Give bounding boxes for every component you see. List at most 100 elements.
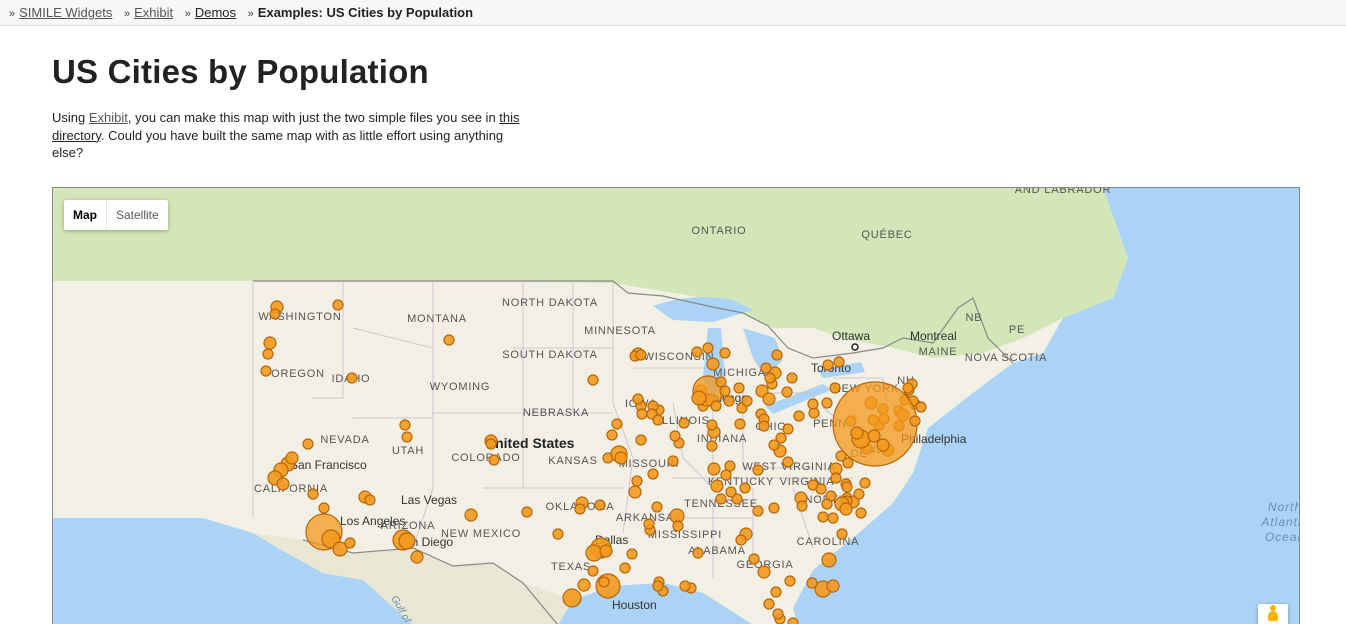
- city-bubble-marker[interactable]: [757, 565, 771, 579]
- city-bubble-marker[interactable]: [667, 455, 679, 467]
- city-bubble-marker[interactable]: [735, 534, 747, 546]
- city-bubble-marker[interactable]: [285, 451, 299, 465]
- city-bubble-marker[interactable]: [784, 575, 796, 587]
- city-bubble-marker[interactable]: [719, 385, 731, 397]
- city-bubble-marker[interactable]: [876, 438, 890, 452]
- city-bubble-marker[interactable]: [443, 334, 455, 346]
- city-bubble-marker[interactable]: [692, 547, 704, 559]
- city-bubble-marker[interactable]: [562, 588, 582, 608]
- city-bubble-marker[interactable]: [715, 493, 727, 505]
- city-bubble-marker[interactable]: [723, 395, 735, 407]
- city-bubble-marker[interactable]: [787, 617, 799, 624]
- city-bubble-marker[interactable]: [332, 299, 344, 311]
- city-bubble-marker[interactable]: [782, 456, 794, 468]
- city-bubble-marker[interactable]: [399, 419, 411, 431]
- city-bubble-marker[interactable]: [636, 408, 648, 420]
- city-bubble-marker[interactable]: [410, 550, 424, 564]
- city-bubble-marker[interactable]: [595, 573, 621, 599]
- city-bubble-marker[interactable]: [626, 548, 638, 560]
- city-bubble-marker[interactable]: [577, 578, 591, 592]
- city-bubble-marker[interactable]: [643, 518, 655, 530]
- city-bubble-marker[interactable]: [652, 580, 664, 592]
- city-bubble-marker[interactable]: [833, 356, 845, 368]
- city-bubble-marker[interactable]: [611, 418, 623, 430]
- city-bubble-marker[interactable]: [260, 365, 272, 377]
- exhibit-link[interactable]: Exhibit: [89, 110, 128, 125]
- city-bubble-marker[interactable]: [827, 512, 839, 524]
- cities-map[interactable]: WASHINGTON MONTANA NORTH DAKOTA MINNESOTA OR…: [52, 187, 1300, 624]
- city-bubble-marker[interactable]: [760, 362, 772, 374]
- city-bubble-marker[interactable]: [594, 499, 606, 511]
- city-bubble-marker[interactable]: [276, 477, 290, 491]
- city-bubble-marker[interactable]: [464, 508, 478, 522]
- city-bubble-marker[interactable]: [587, 565, 599, 577]
- city-bubble-marker[interactable]: [768, 439, 780, 451]
- city-bubble-marker[interactable]: [850, 426, 864, 440]
- city-bubble-marker[interactable]: [725, 486, 737, 498]
- city-bubble-marker[interactable]: [821, 552, 837, 568]
- city-bubble-marker[interactable]: [786, 372, 798, 384]
- street-view-pegman-icon[interactable]: [1258, 604, 1288, 624]
- city-bubble-marker[interactable]: [815, 483, 827, 495]
- city-bubble-marker[interactable]: [841, 481, 853, 493]
- city-bubble-marker[interactable]: [307, 488, 319, 500]
- map-type-map-button[interactable]: Map: [64, 200, 107, 230]
- city-bubble-marker[interactable]: [598, 576, 610, 588]
- city-bubble-marker[interactable]: [839, 502, 853, 516]
- city-bubble-marker[interactable]: [344, 537, 356, 549]
- city-bubble-marker[interactable]: [669, 430, 681, 442]
- city-bubble-marker[interactable]: [691, 346, 703, 358]
- city-bubble-marker[interactable]: [631, 475, 643, 487]
- city-bubble-marker[interactable]: [764, 372, 776, 384]
- city-bubble-marker[interactable]: [758, 420, 770, 432]
- city-bubble-marker[interactable]: [817, 511, 829, 523]
- city-bubble-marker[interactable]: [720, 469, 732, 481]
- city-bubble-marker[interactable]: [552, 528, 564, 540]
- city-bubble-marker[interactable]: [842, 457, 854, 469]
- city-bubble-marker[interactable]: [672, 520, 684, 532]
- city-bubble-marker[interactable]: [707, 462, 721, 476]
- city-bubble-marker[interactable]: [832, 381, 918, 467]
- city-bubble-marker[interactable]: [632, 393, 644, 405]
- city-bubble-marker[interactable]: [619, 562, 631, 574]
- city-bubble-marker[interactable]: [734, 418, 746, 430]
- city-bubble-marker[interactable]: [719, 347, 731, 359]
- city-bubble-marker[interactable]: [614, 451, 628, 465]
- city-bubble-marker[interactable]: [398, 532, 416, 550]
- breadcrumb-simile-link[interactable]: SIMILE Widgets: [19, 5, 112, 20]
- city-bubble-marker[interactable]: [269, 308, 281, 320]
- city-bubble-marker[interactable]: [770, 586, 782, 598]
- city-bubble-marker[interactable]: [796, 500, 808, 512]
- city-bubble-marker[interactable]: [826, 579, 840, 593]
- city-bubble-marker[interactable]: [679, 580, 691, 592]
- city-bubble-marker[interactable]: [606, 429, 618, 441]
- city-bubble-marker[interactable]: [635, 349, 647, 361]
- city-bubble-marker[interactable]: [647, 468, 659, 480]
- city-bubble-marker[interactable]: [859, 477, 871, 489]
- city-bubble-marker[interactable]: [867, 429, 881, 443]
- city-bubble-marker[interactable]: [587, 374, 599, 386]
- city-bubble-marker[interactable]: [782, 423, 794, 435]
- city-bubble-marker[interactable]: [739, 482, 751, 494]
- city-bubble-marker[interactable]: [263, 336, 277, 350]
- city-bubble-marker[interactable]: [771, 349, 783, 361]
- city-bubble-marker[interactable]: [706, 440, 718, 452]
- city-bubble-marker[interactable]: [772, 608, 784, 620]
- city-bubble-marker[interactable]: [635, 434, 647, 446]
- city-bubble-marker[interactable]: [855, 507, 867, 519]
- city-bubble-marker[interactable]: [836, 528, 848, 540]
- city-bubble-marker[interactable]: [678, 417, 690, 429]
- city-bubble-marker[interactable]: [574, 503, 586, 515]
- city-bubble-marker[interactable]: [710, 400, 722, 412]
- city-bubble-marker[interactable]: [691, 390, 707, 406]
- city-bubble-marker[interactable]: [748, 553, 760, 565]
- city-bubble-marker[interactable]: [909, 415, 921, 427]
- city-bubble-marker[interactable]: [741, 395, 753, 407]
- city-bubble-marker[interactable]: [829, 382, 841, 394]
- city-bubble-marker[interactable]: [318, 502, 330, 514]
- city-bubble-marker[interactable]: [763, 598, 775, 610]
- city-bubble-marker[interactable]: [485, 438, 497, 450]
- city-bubble-marker[interactable]: [599, 544, 613, 558]
- breadcrumb-exhibit-link[interactable]: Exhibit: [134, 5, 173, 20]
- city-bubble-marker[interactable]: [821, 498, 833, 510]
